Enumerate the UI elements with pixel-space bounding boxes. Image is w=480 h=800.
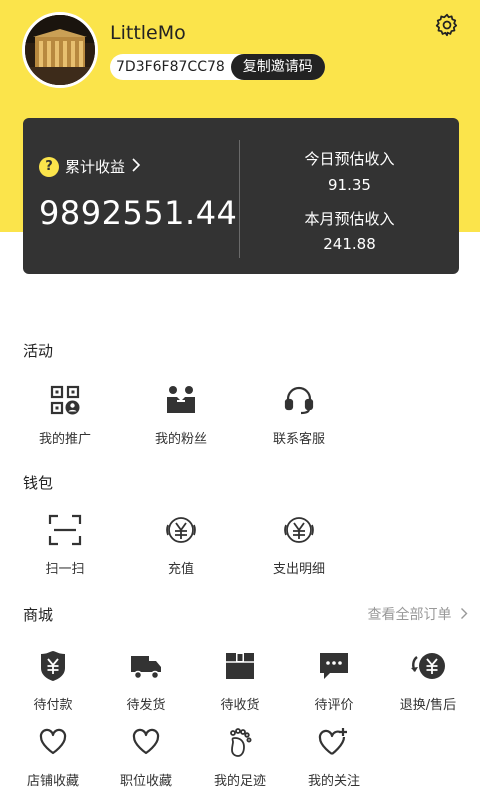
truck-icon — [126, 646, 166, 686]
view-all-orders-link[interactable]: 查看全部订单 — [368, 604, 468, 624]
wallet-section-title: 钱包 — [23, 474, 54, 492]
my-following-item[interactable]: 我的关注 — [289, 722, 379, 789]
accumulated-label: 累计收益 — [65, 158, 126, 176]
headset-icon — [279, 380, 319, 420]
job-favorites-item[interactable]: 职位收藏 — [101, 722, 191, 789]
my-following-label: 我的关注 — [307, 774, 360, 789]
heart-icon — [33, 722, 73, 762]
qr-person-icon — [45, 380, 85, 420]
contact-support-label: 联系客服 — [272, 432, 325, 447]
pending-receipt-item[interactable]: 待收货 — [195, 646, 285, 713]
invite-code-pill: 7D3F6F87CC78 复制邀请码 — [110, 54, 325, 80]
scan-label: 扫一扫 — [45, 562, 85, 577]
shop-favorites-item[interactable]: 店铺收藏 — [8, 722, 98, 789]
chevron-right-icon — [461, 608, 468, 619]
earnings-card: ? 累计收益 9892551.44 今日预估收入 91.35 本月预估收入 24… — [23, 118, 459, 274]
activity-section-title: 活动 — [23, 342, 54, 360]
invite-code: 7D3F6F87CC78 — [116, 59, 225, 75]
scan-item[interactable]: 扫一扫 — [20, 510, 110, 577]
accumulated-earnings-link[interactable]: ? 累计收益 — [39, 156, 141, 177]
month-estimate-label: 本月预估收入 — [304, 210, 395, 228]
pending-payment-item[interactable]: 待付款 — [8, 646, 98, 713]
pending-review-item[interactable]: 待评价 — [289, 646, 379, 713]
pending-shipment-label: 待发货 — [126, 698, 166, 713]
refund-aftersale-label: 退换/售后 — [399, 698, 457, 713]
avatar-image — [25, 15, 95, 85]
yuan-coin-icon — [161, 510, 201, 550]
my-footprint-item[interactable]: 我的足迹 — [195, 722, 285, 789]
copy-invite-button[interactable]: 复制邀请码 — [230, 54, 325, 80]
recharge-item[interactable]: 充值 — [136, 510, 226, 577]
pending-receipt-label: 待收货 — [220, 698, 260, 713]
footprint-icon — [220, 722, 260, 762]
avatar[interactable] — [22, 12, 98, 88]
yuan-coin-icon — [279, 510, 319, 550]
comment-icon — [314, 646, 354, 686]
refund-icon — [408, 646, 448, 686]
heart-plus-icon — [314, 722, 354, 762]
refund-aftersale-item[interactable]: 退换/售后 — [383, 646, 473, 713]
wallet-yuan-icon — [33, 646, 73, 686]
today-estimate-label: 今日预估收入 — [304, 150, 395, 168]
mall-section-title: 商城 — [23, 606, 54, 624]
box-icon — [220, 646, 260, 686]
chevron-right-icon — [131, 157, 141, 177]
question-icon[interactable]: ? — [39, 156, 59, 177]
pending-review-label: 待评价 — [314, 698, 354, 713]
my-footprint-label: 我的足迹 — [213, 774, 266, 789]
my-promotion-item[interactable]: 我的推广 — [20, 380, 110, 447]
pending-payment-label: 待付款 — [33, 698, 73, 713]
heart-icon — [126, 722, 166, 762]
fans-icon — [161, 380, 201, 420]
today-estimate-value: 91.35 — [328, 176, 371, 194]
pending-shipment-item[interactable]: 待发货 — [101, 646, 191, 713]
expense-detail-label: 支出明细 — [272, 562, 325, 577]
recharge-label: 充值 — [167, 562, 194, 577]
view-all-orders-label: 查看全部订单 — [367, 607, 452, 623]
accumulated-value: 9892551.44 — [39, 194, 238, 232]
job-favorites-label: 职位收藏 — [119, 774, 172, 789]
username: LittleMo — [110, 22, 186, 44]
my-promotion-label: 我的推广 — [38, 432, 91, 447]
settings-gear-icon[interactable] — [434, 12, 460, 38]
scan-icon — [45, 510, 85, 550]
contact-support-item[interactable]: 联系客服 — [254, 380, 344, 447]
expense-detail-item[interactable]: 支出明细 — [254, 510, 344, 577]
my-fans-label: 我的粉丝 — [154, 432, 207, 447]
month-estimate-value: 241.88 — [323, 235, 376, 253]
my-fans-item[interactable]: 我的粉丝 — [136, 380, 226, 447]
shop-favorites-label: 店铺收藏 — [26, 774, 79, 789]
